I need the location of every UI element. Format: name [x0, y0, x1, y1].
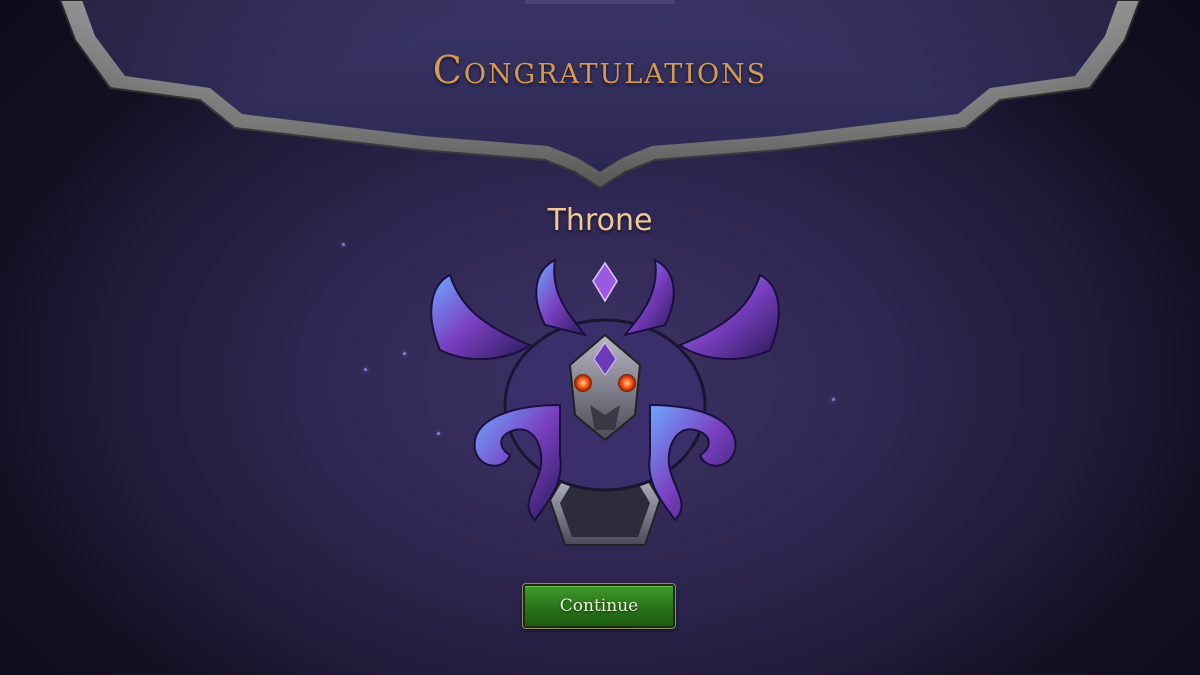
reward-name: Throne — [547, 203, 653, 238]
reward-screen: Congratulations Throne Continue — [0, 0, 1200, 675]
congratulations-title: Congratulations — [432, 48, 768, 92]
header-banner — [58, 0, 1142, 190]
sparkle-icon — [437, 432, 440, 435]
sparkle-icon — [342, 243, 345, 246]
sparkle-icon — [832, 398, 835, 401]
continue-button-label: Continue — [559, 596, 639, 616]
throne-card-back-icon — [430, 258, 780, 546]
sparkle-icon — [403, 352, 406, 355]
sparkle-icon — [364, 368, 367, 371]
continue-button[interactable]: Continue — [522, 583, 676, 629]
